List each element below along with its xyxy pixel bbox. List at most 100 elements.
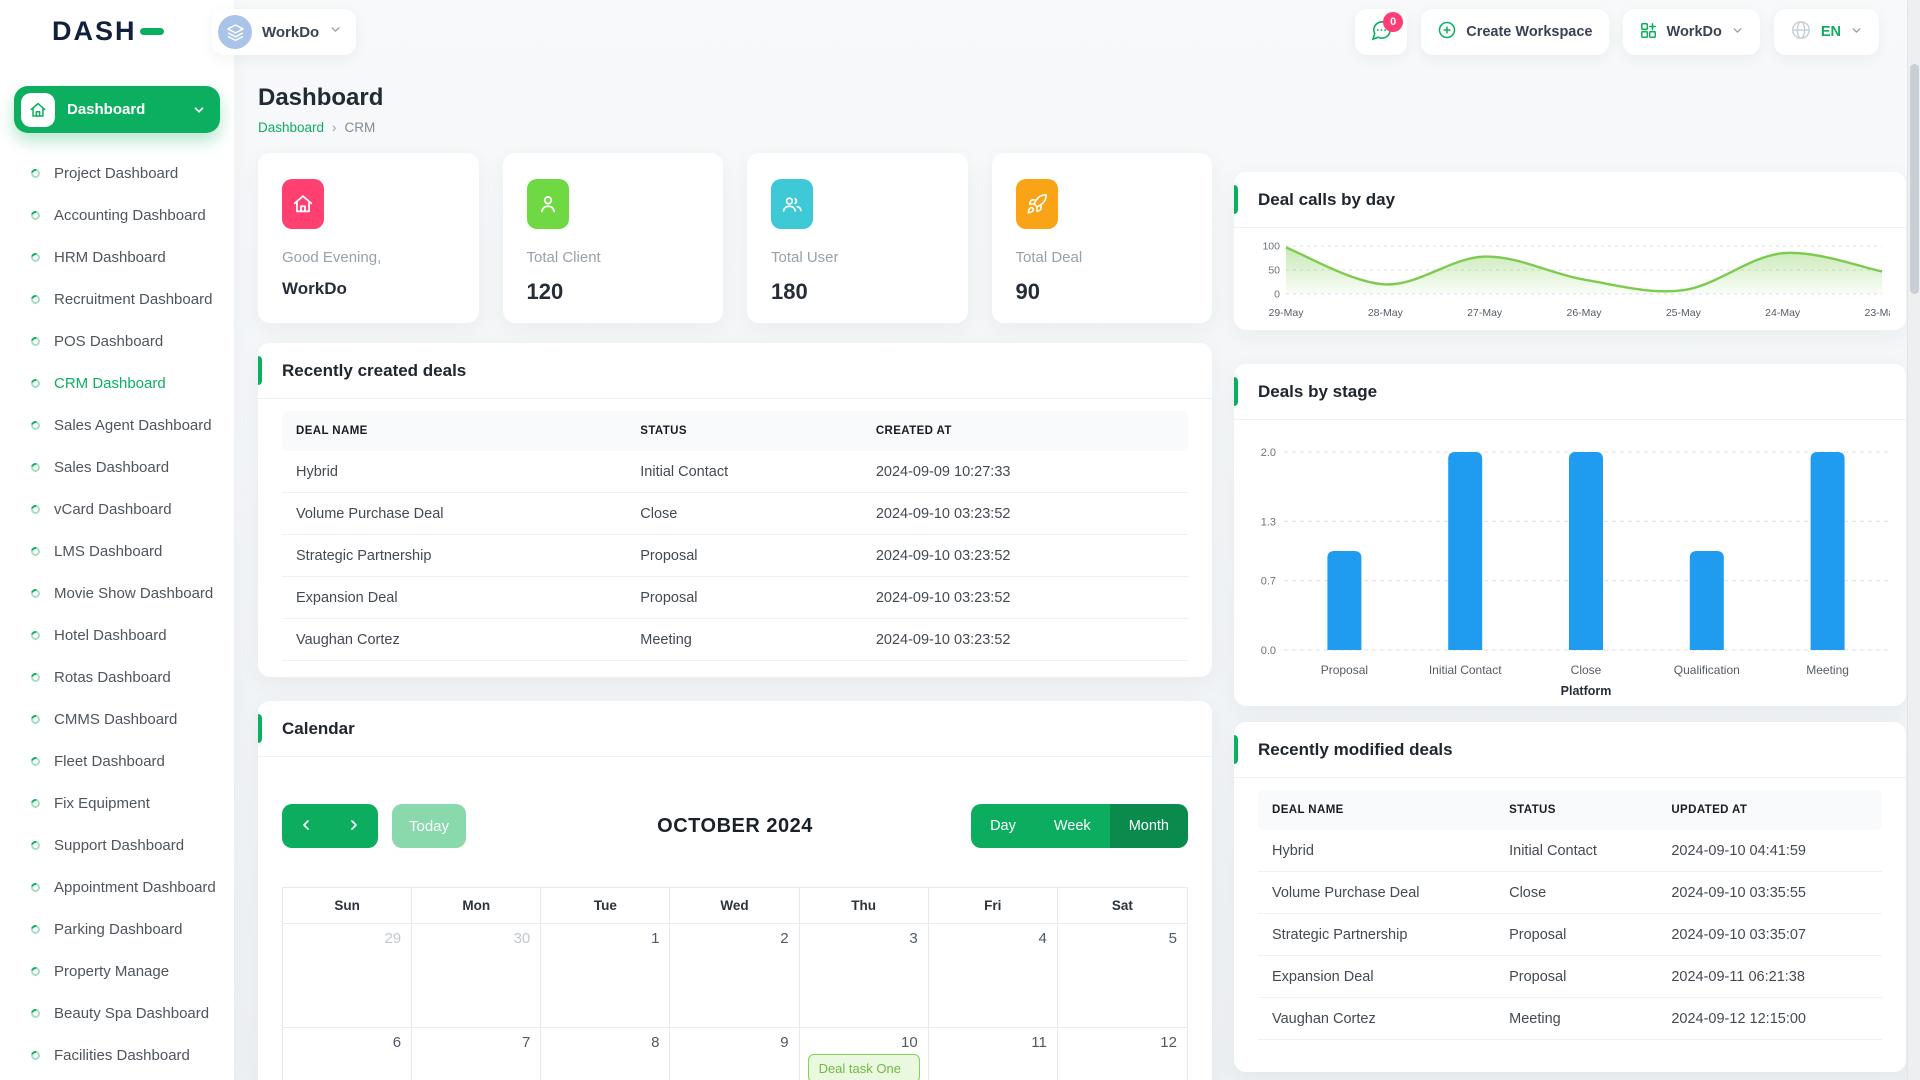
weekday-header: Mon bbox=[412, 888, 541, 924]
page-scrollbar[interactable] bbox=[1907, 0, 1920, 1080]
circle-bullet-icon bbox=[29, 797, 41, 809]
breadcrumb-separator: › bbox=[332, 120, 337, 135]
language-dropdown[interactable]: EN bbox=[1774, 9, 1879, 55]
stat-value: 120 bbox=[527, 279, 700, 305]
calendar-day-cell[interactable]: 2 bbox=[670, 924, 799, 1028]
sidebar-item-accounting-dashboard[interactable]: Accounting Dashboard bbox=[0, 195, 234, 237]
table-row: Strategic PartnershipProposal2024-09-10 … bbox=[1258, 914, 1882, 956]
sidebar-item-pos-dashboard[interactable]: POS Dashboard bbox=[0, 321, 234, 363]
create-workspace-button[interactable]: Create Workspace bbox=[1421, 9, 1608, 55]
section-title: Deals by stage bbox=[1258, 382, 1377, 402]
section-header: Deal calls by day bbox=[1234, 172, 1906, 228]
calendar-day-cell[interactable]: 10Deal task One bbox=[800, 1028, 929, 1080]
sidebar-item-hotel-dashboard[interactable]: Hotel Dashboard bbox=[0, 615, 234, 657]
stat-card-total-client: Total Client120 bbox=[503, 153, 724, 323]
sidebar-item-label: Accounting Dashboard bbox=[54, 206, 206, 226]
sidebar-item-facilities-dashboard[interactable]: Facilities Dashboard bbox=[0, 1035, 234, 1077]
calendar-day-cell[interactable]: 12 bbox=[1058, 1028, 1187, 1080]
table-cell: Initial Contact bbox=[1495, 830, 1657, 872]
sidebar-item-lms-dashboard[interactable]: LMS Dashboard bbox=[0, 531, 234, 573]
deals-by-stage-bar-chart: 0.00.71.32.0ProposalInitial ContactClose… bbox=[1244, 432, 1896, 700]
day-number: 7 bbox=[522, 1034, 530, 1051]
day-number: 5 bbox=[1169, 930, 1177, 947]
sidebar-item-label: Facilities Dashboard bbox=[54, 1046, 190, 1066]
recently-created-table: DEAL NAMESTATUSCREATED ATHybridInitial C… bbox=[282, 411, 1188, 661]
calendar-view-day[interactable]: Day bbox=[971, 804, 1035, 848]
svg-text:Close: Close bbox=[1571, 663, 1602, 677]
svg-text:0.0: 0.0 bbox=[1261, 645, 1276, 657]
sidebar-item-fleet-dashboard[interactable]: Fleet Dashboard bbox=[0, 741, 234, 783]
calendar-day-cell[interactable]: 1 bbox=[541, 924, 670, 1028]
calendar-day-cell[interactable]: 4 bbox=[929, 924, 1058, 1028]
calendar-day-cell[interactable]: 7 bbox=[412, 1028, 541, 1080]
svg-text:27-May: 27-May bbox=[1467, 307, 1503, 319]
app-logo[interactable]: DASH bbox=[52, 16, 164, 47]
sidebar-item-sales-agent-dashboard[interactable]: Sales Agent Dashboard bbox=[0, 405, 234, 447]
sidebar-item-label: Recruitment Dashboard bbox=[54, 290, 212, 310]
sidebar-item-project-dashboard[interactable]: Project Dashboard bbox=[0, 153, 234, 195]
calendar-day-cell[interactable]: 6 bbox=[283, 1028, 412, 1080]
sidebar-item-support-dashboard[interactable]: Support Dashboard bbox=[0, 825, 234, 867]
workspace-dropdown-label: WorkDo bbox=[1667, 24, 1722, 40]
svg-text:Meeting: Meeting bbox=[1806, 663, 1849, 677]
calendar-day-cell[interactable]: 11 bbox=[929, 1028, 1058, 1080]
scrollbar-thumb[interactable] bbox=[1910, 64, 1919, 294]
circle-bullet-icon bbox=[29, 209, 41, 221]
circle-bullet-icon bbox=[29, 503, 41, 515]
sidebar-item-label: CRM Dashboard bbox=[54, 374, 166, 394]
calendar-day-cell[interactable]: 29 bbox=[283, 924, 412, 1028]
workspace-dropdown[interactable]: WorkDo bbox=[1623, 9, 1760, 55]
column-header: DEAL NAME bbox=[282, 411, 626, 451]
calendar-view-month[interactable]: Month bbox=[1110, 804, 1188, 848]
recently-created-deals-card: Recently created deals DEAL NAMESTATUSCR… bbox=[258, 343, 1212, 677]
next-month-button[interactable] bbox=[330, 804, 378, 848]
messages-button[interactable]: 0 bbox=[1355, 9, 1407, 55]
sidebar-item-hrm-dashboard[interactable]: HRM Dashboard bbox=[0, 237, 234, 279]
calendar-day-cell[interactable]: 8 bbox=[541, 1028, 670, 1080]
column-header: UPDATED AT bbox=[1657, 790, 1882, 830]
table-cell: 2024-09-09 10:27:33 bbox=[862, 451, 1188, 493]
sidebar-item-label: LMS Dashboard bbox=[54, 542, 162, 562]
section-header: Recently created deals bbox=[258, 343, 1212, 399]
sidebar-item-appointment-dashboard[interactable]: Appointment Dashboard bbox=[0, 867, 234, 909]
calendar-week-row: 6 78 9 10Deal task One1112 bbox=[283, 1028, 1187, 1080]
table-cell: Strategic Partnership bbox=[1258, 914, 1495, 956]
circle-bullet-icon bbox=[29, 419, 41, 431]
column-header: CREATED AT bbox=[862, 411, 1188, 451]
column-header: STATUS bbox=[626, 411, 862, 451]
calendar-day-cell[interactable]: 9 bbox=[670, 1028, 799, 1080]
sidebar-item-rotas-dashboard[interactable]: Rotas Dashboard bbox=[0, 657, 234, 699]
sidebar-item-sales-dashboard[interactable]: Sales Dashboard bbox=[0, 447, 234, 489]
sidebar-item-dashboard[interactable]: Dashboard bbox=[14, 86, 220, 133]
breadcrumb-dashboard-link[interactable]: Dashboard bbox=[258, 120, 324, 135]
sidebar-item-property-manage[interactable]: Property Manage bbox=[0, 951, 234, 993]
workspace-selector[interactable]: WorkDo bbox=[212, 9, 356, 55]
sidebar-item-crm-dashboard[interactable]: CRM Dashboard bbox=[0, 363, 234, 405]
calendar-view-week[interactable]: Week bbox=[1035, 804, 1110, 848]
table-cell: 2024-09-10 03:23:52 bbox=[862, 493, 1188, 535]
circle-bullet-icon bbox=[29, 923, 41, 935]
calendar-day-cell[interactable]: 30 bbox=[412, 924, 541, 1028]
sidebar-item-movie-show-dashboard[interactable]: Movie Show Dashboard bbox=[0, 573, 234, 615]
today-button[interactable]: Today bbox=[392, 804, 466, 848]
sidebar-item-beauty-spa-dashboard[interactable]: Beauty Spa Dashboard bbox=[0, 993, 234, 1035]
prev-month-button[interactable] bbox=[282, 804, 330, 848]
sidebar-item-parking-dashboard[interactable]: Parking Dashboard bbox=[0, 909, 234, 951]
home-icon bbox=[282, 179, 324, 229]
sidebar-item-cmms-dashboard[interactable]: CMMS Dashboard bbox=[0, 699, 234, 741]
table-cell: Volume Purchase Deal bbox=[1258, 872, 1495, 914]
calendar-event[interactable]: Deal task One bbox=[808, 1054, 920, 1080]
sidebar-item-recruitment-dashboard[interactable]: Recruitment Dashboard bbox=[0, 279, 234, 321]
column-header: DEAL NAME bbox=[1258, 790, 1495, 830]
sidebar-item-vcard-dashboard[interactable]: vCard Dashboard bbox=[0, 489, 234, 531]
table-cell: 2024-09-10 03:23:52 bbox=[862, 535, 1188, 577]
calendar-day-cell[interactable]: 5 bbox=[1058, 924, 1187, 1028]
day-number: 9 bbox=[780, 1034, 788, 1051]
calendar-day-cell[interactable]: 3 bbox=[800, 924, 929, 1028]
stat-label: Good Evening, bbox=[282, 249, 455, 266]
circle-bullet-icon bbox=[29, 965, 41, 977]
sidebar-item-fix-equipment[interactable]: Fix Equipment bbox=[0, 783, 234, 825]
table-cell: Expansion Deal bbox=[282, 577, 626, 619]
svg-text:2.0: 2.0 bbox=[1261, 447, 1276, 459]
chevron-down-icon bbox=[192, 103, 206, 117]
